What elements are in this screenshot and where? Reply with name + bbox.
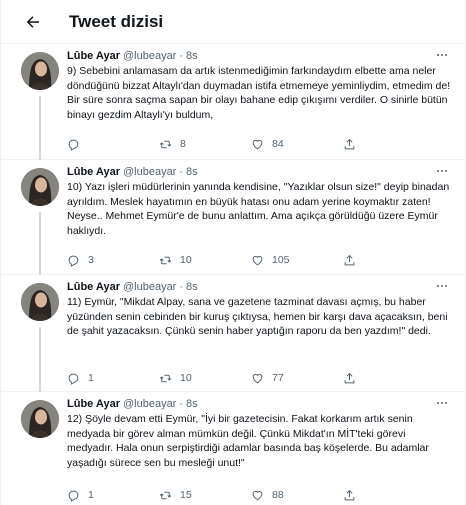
heart-icon: [252, 490, 263, 500]
share-button[interactable]: [343, 487, 383, 503]
thread-line: [39, 212, 41, 275]
tweet-actions: 3 10 105: [67, 252, 397, 268]
tweet-text: 11) Eymür, "Mikdat Alpay, sana ve gazete…: [67, 296, 451, 338]
reply-count: 3: [88, 254, 94, 266]
retweet-count: 15: [180, 489, 192, 501]
author-handle[interactable]: @lubeayar: [123, 50, 176, 62]
retweet-icon: [159, 374, 172, 382]
arrow-left-icon[interactable]: [21, 10, 45, 34]
thread-line: [39, 96, 41, 160]
tweet-time[interactable]: 8s: [186, 281, 198, 293]
page-title: Tweet dizisi: [69, 11, 164, 31]
heart-icon: [252, 255, 263, 265]
separator-dot: ·: [179, 50, 184, 62]
reply-count: 1: [88, 372, 94, 384]
avatar[interactable]: [21, 168, 59, 206]
reply-icon: [68, 255, 79, 267]
tweet-body: Lûbe Ayar @lubeayar · 8s 12) Şöyle devam…: [67, 398, 451, 470]
like-button[interactable]: 88: [251, 487, 343, 503]
tweet-time[interactable]: 8s: [186, 50, 198, 62]
reply-button[interactable]: [67, 136, 159, 152]
tweet-time[interactable]: 8s: [186, 166, 198, 178]
separator-dot: ·: [179, 398, 184, 410]
reply-button[interactable]: 1: [67, 370, 159, 386]
tweet-actions: 1 10 77: [67, 370, 397, 386]
tweet-body: Lûbe Ayar @lubeayar · 8s 9) Sebebini anl…: [67, 50, 451, 122]
reply-icon: [68, 139, 79, 151]
retweet-count: 8: [180, 138, 186, 150]
reply-icon: [68, 490, 79, 502]
tweet-meta: Lûbe Ayar @lubeayar · 8s: [67, 398, 451, 410]
author-name[interactable]: Lûbe Ayar: [67, 281, 120, 293]
retweet-button[interactable]: 8: [159, 136, 251, 152]
reply-icon: [68, 373, 79, 385]
more-options-icon[interactable]: [433, 396, 451, 410]
more-options-icon[interactable]: [433, 279, 451, 293]
like-button[interactable]: 105: [251, 252, 343, 268]
tweet-body: Lûbe Ayar @lubeayar · 8s 11) Eymür, "Mik…: [67, 281, 451, 339]
tweet-text: 12) Şöyle devam etti Eymür, "İyi bir gaz…: [67, 413, 432, 469]
reply-button[interactable]: 1: [67, 487, 159, 503]
tweet-actions: 1 15 88: [67, 487, 397, 503]
like-count: 88: [272, 489, 284, 501]
tweet-time[interactable]: 8s: [186, 398, 198, 410]
reply-count: 1: [88, 489, 94, 501]
share-button[interactable]: [343, 252, 383, 268]
heart-icon: [252, 139, 263, 149]
tweet-body: Lûbe Ayar @lubeayar · 8s 10) Yazı işleri…: [67, 166, 451, 238]
retweet-button[interactable]: 10: [159, 370, 251, 386]
tweet-meta: Lûbe Ayar @lubeayar · 8s: [67, 50, 451, 62]
page-header: Tweet dizisi: [1, 0, 465, 44]
retweet-icon: [159, 491, 172, 499]
retweet-button[interactable]: 10: [159, 252, 251, 268]
tweet[interactable]: Lûbe Ayar @lubeayar · 8s 11) Eymür, "Mik…: [1, 275, 465, 392]
retweet-button[interactable]: 15: [159, 487, 251, 503]
retweet-count: 10: [180, 254, 192, 266]
avatar[interactable]: [21, 400, 59, 438]
avatar[interactable]: [21, 283, 59, 321]
author-name[interactable]: Lûbe Ayar: [67, 50, 120, 62]
like-count: 77: [272, 372, 284, 384]
author-name[interactable]: Lûbe Ayar: [67, 166, 120, 178]
tweet-text: 10) Yazı işleri müdürlerinin yanında ken…: [67, 181, 453, 237]
tweet-text: 9) Sebebini anlamasam da artık istenmedi…: [67, 65, 454, 121]
more-options-icon[interactable]: [433, 164, 451, 178]
share-icon: [344, 372, 355, 383]
like-count: 105: [272, 254, 290, 266]
tweet[interactable]: Lûbe Ayar @lubeayar · 8s 10) Yazı işleri…: [1, 160, 465, 275]
tweet[interactable]: Lûbe Ayar @lubeayar · 8s 9) Sebebini anl…: [1, 44, 465, 160]
author-handle[interactable]: @lubeayar: [123, 281, 176, 293]
author-name[interactable]: Lûbe Ayar: [67, 398, 120, 410]
share-button[interactable]: [343, 136, 383, 152]
retweet-icon: [159, 256, 172, 264]
tweet[interactable]: Lûbe Ayar @lubeayar · 8s 12) Şöyle devam…: [1, 392, 465, 505]
retweet-count: 10: [180, 372, 192, 384]
heart-icon: [252, 373, 263, 383]
tweet-meta: Lûbe Ayar @lubeayar · 8s: [67, 166, 451, 178]
share-icon: [344, 138, 355, 149]
like-button[interactable]: 77: [251, 370, 343, 386]
author-handle[interactable]: @lubeayar: [123, 398, 176, 410]
retweet-icon: [159, 140, 172, 148]
share-icon: [344, 489, 355, 500]
thread-line: [39, 327, 41, 392]
share-icon: [344, 254, 355, 265]
like-button[interactable]: 84: [251, 136, 343, 152]
tweet-actions: 8 84: [67, 136, 397, 152]
share-button[interactable]: [343, 370, 383, 386]
like-count: 84: [272, 138, 284, 150]
reply-button[interactable]: 3: [67, 252, 159, 268]
avatar[interactable]: [21, 52, 59, 90]
separator-dot: ·: [179, 281, 184, 293]
more-options-icon[interactable]: [433, 48, 451, 62]
author-handle[interactable]: @lubeayar: [123, 166, 176, 178]
tweet-thread-page: Tweet dizisi Lûbe Ayar @lubeayar · 8s 9)…: [0, 0, 466, 505]
separator-dot: ·: [179, 166, 184, 178]
tweet-meta: Lûbe Ayar @lubeayar · 8s: [67, 281, 451, 293]
